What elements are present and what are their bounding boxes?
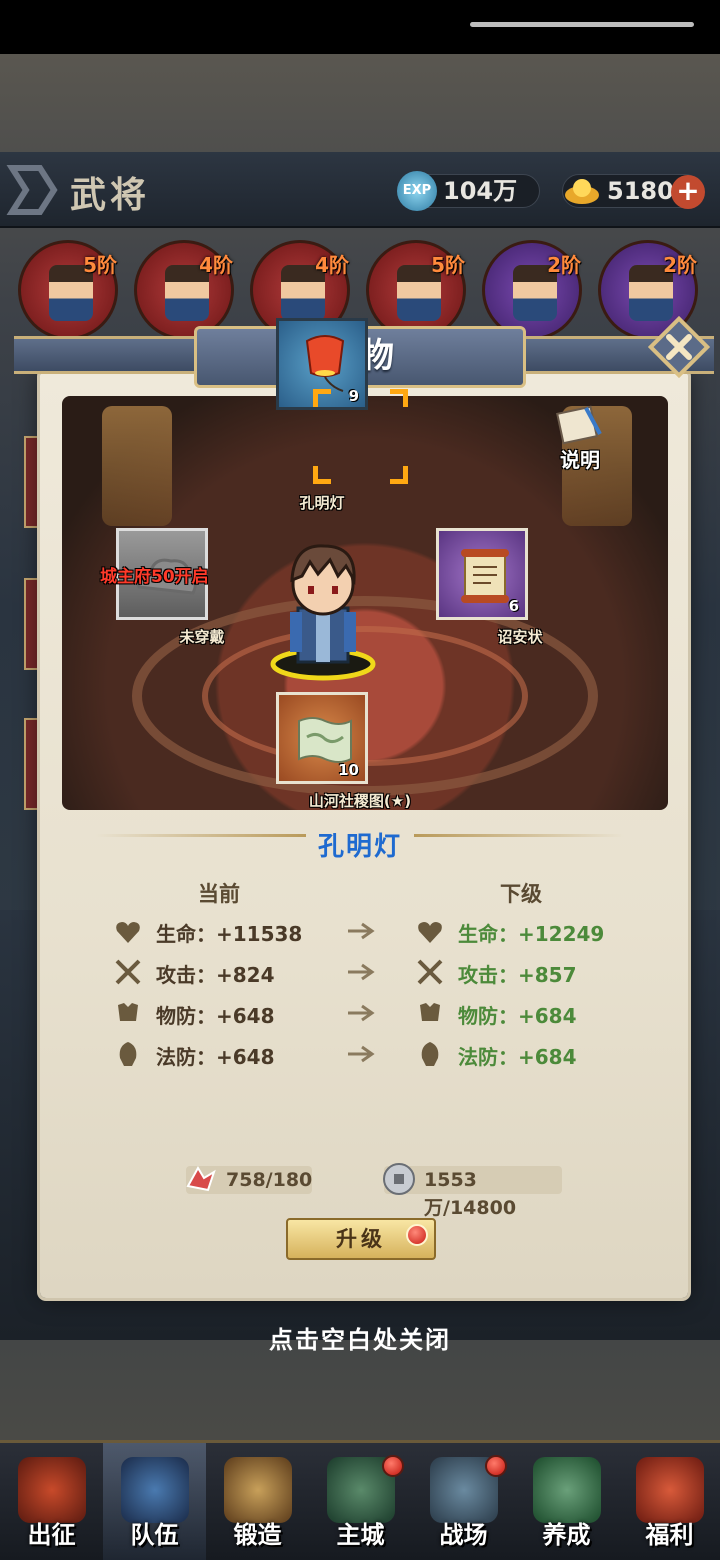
arrow-right-icon <box>348 1045 375 1063</box>
item-count: 10 <box>338 761 359 779</box>
material-icon <box>186 1166 216 1192</box>
hero-rank: 4阶 <box>199 253 233 277</box>
heart-icon <box>116 922 140 943</box>
crossed-swords-icon <box>417 959 443 985</box>
stat-current-pdef: 物防：+648 <box>156 1004 275 1028</box>
slot-left-label: 未穿戴 <box>179 628 225 646</box>
nav-battlefield[interactable]: 战场 <box>412 1443 515 1560</box>
slot-top-label: 孔明灯 <box>299 494 345 512</box>
stat-next-mdef: 法防：+684 <box>458 1045 577 1069</box>
slot-bottom-label: 山河社稷图(★) <box>308 792 412 810</box>
stat-next-pdef: 物防：+684 <box>458 1004 577 1028</box>
status-bar <box>0 0 720 54</box>
selection-corner <box>313 466 331 484</box>
expedition-icon <box>18 1457 86 1523</box>
exp-icon: EXP <box>397 171 437 211</box>
team-icon <box>121 1457 189 1523</box>
close-icon[interactable] <box>648 316 710 378</box>
nav-label: 战场 <box>439 1520 488 1549</box>
armor-icon <box>420 1003 440 1021</box>
notification-dot-icon <box>382 1455 404 1477</box>
nav-label: 福利 <box>645 1520 694 1549</box>
selected-item-name: 孔明灯 <box>317 832 402 862</box>
explain-button[interactable]: 说明 <box>548 404 612 474</box>
gold-counter: 5180 + <box>562 174 705 209</box>
arrow-right-icon <box>348 963 375 981</box>
forge-icon <box>224 1457 292 1523</box>
nav-label: 锻造 <box>233 1520 282 1549</box>
nav-welfare[interactable]: 福利 <box>618 1443 720 1560</box>
slot-right-label: 诏安状 <box>497 628 543 646</box>
stage-pillar <box>102 406 172 526</box>
nav-label: 出征 <box>27 1520 76 1549</box>
bottom-nav: 出征 队伍 锻造 主城 战场 养成 福利 <box>0 1440 720 1560</box>
material-cost-value: 758/180 <box>226 1169 313 1191</box>
page-title: 武将 <box>70 174 151 216</box>
coin-cost-value: 1553万/14800 <box>424 1169 517 1219</box>
slot-bottom-treasure[interactable]: 10 <box>276 692 368 784</box>
slot-right-treasure[interactable]: 6 <box>436 528 528 620</box>
armor-icon <box>118 1003 138 1021</box>
gold-ingot-icon <box>565 179 599 204</box>
back-icon[interactable] <box>4 158 60 222</box>
nav-expedition[interactable]: 出征 <box>0 1443 103 1560</box>
hero-rank: 4阶 <box>315 253 349 277</box>
close-hint[interactable]: 点击空白处关闭 <box>0 1320 720 1355</box>
selection-corner <box>390 466 408 484</box>
item-count: 9 <box>348 387 359 405</box>
heart-icon <box>418 922 442 943</box>
coin-cost: 1553万/14800 <box>383 1163 562 1219</box>
nav-label: 主城 <box>336 1520 385 1549</box>
hero-rank: 5阶 <box>431 253 465 277</box>
hero-rank: 5阶 <box>83 253 117 277</box>
nav-label: 队伍 <box>130 1520 179 1549</box>
gesture-pill <box>470 22 694 27</box>
hero-avatar[interactable]: 2阶 <box>482 240 582 340</box>
welfare-icon <box>636 1457 704 1523</box>
notification-dot-icon <box>406 1224 428 1246</box>
exp-counter: EXP 104万 <box>397 171 540 211</box>
stat-current-mdef: 法防：+648 <box>156 1045 275 1069</box>
stat-current-attack: 攻击：+824 <box>156 963 275 987</box>
nav-label: 养成 <box>542 1520 591 1549</box>
hero-avatar[interactable]: 4阶 <box>134 240 234 340</box>
hero-rank: 2阶 <box>547 253 581 277</box>
hero-character-sprite <box>270 544 376 681</box>
item-count: 6 <box>508 597 519 615</box>
hero-avatar[interactable]: 5阶 <box>366 240 466 340</box>
upgrade-button[interactable]: 升级 <box>286 1218 436 1260</box>
current-header: 当前 <box>198 882 240 906</box>
slot-lock-text: 城主府50开启 <box>100 567 209 587</box>
sky-lantern-icon <box>305 335 345 392</box>
gold-value: 5180 <box>607 177 674 205</box>
nav-main-city[interactable]: 主城 <box>309 1443 412 1560</box>
silver-coin-icon <box>383 1163 415 1195</box>
stat-next-attack: 攻击：+857 <box>458 963 577 987</box>
hero-rank: 2阶 <box>663 253 697 277</box>
explain-label: 说明 <box>560 448 600 472</box>
add-gold-icon[interactable]: + <box>671 175 705 209</box>
hero-avatar[interactable]: 5阶 <box>18 240 118 340</box>
scroll-icon <box>461 549 509 603</box>
notification-dot-icon <box>485 1455 507 1477</box>
selection-corner <box>390 389 408 407</box>
nav-cultivate[interactable]: 养成 <box>515 1443 618 1560</box>
exp-value: 104万 <box>443 177 518 205</box>
upgrade-label: 升级 <box>336 1227 386 1251</box>
stat-next-hp: 生命：+12249 <box>458 922 605 946</box>
next-header: 下级 <box>500 882 542 906</box>
scroll-quill-icon <box>556 405 602 445</box>
helmet-icon <box>421 1042 439 1066</box>
stat-current-hp: 生命：+11538 <box>156 922 303 946</box>
nav-team[interactable]: 队伍 <box>103 1443 206 1560</box>
helmet-icon <box>119 1042 137 1066</box>
arrow-right-icon <box>348 1004 375 1022</box>
cultivate-icon <box>533 1457 601 1523</box>
selection-corner <box>313 389 331 407</box>
arrow-right-icon <box>348 922 375 940</box>
crossed-swords-icon <box>115 959 141 985</box>
nav-forge[interactable]: 锻造 <box>206 1443 309 1560</box>
material-cost: 758/180 <box>186 1166 312 1194</box>
